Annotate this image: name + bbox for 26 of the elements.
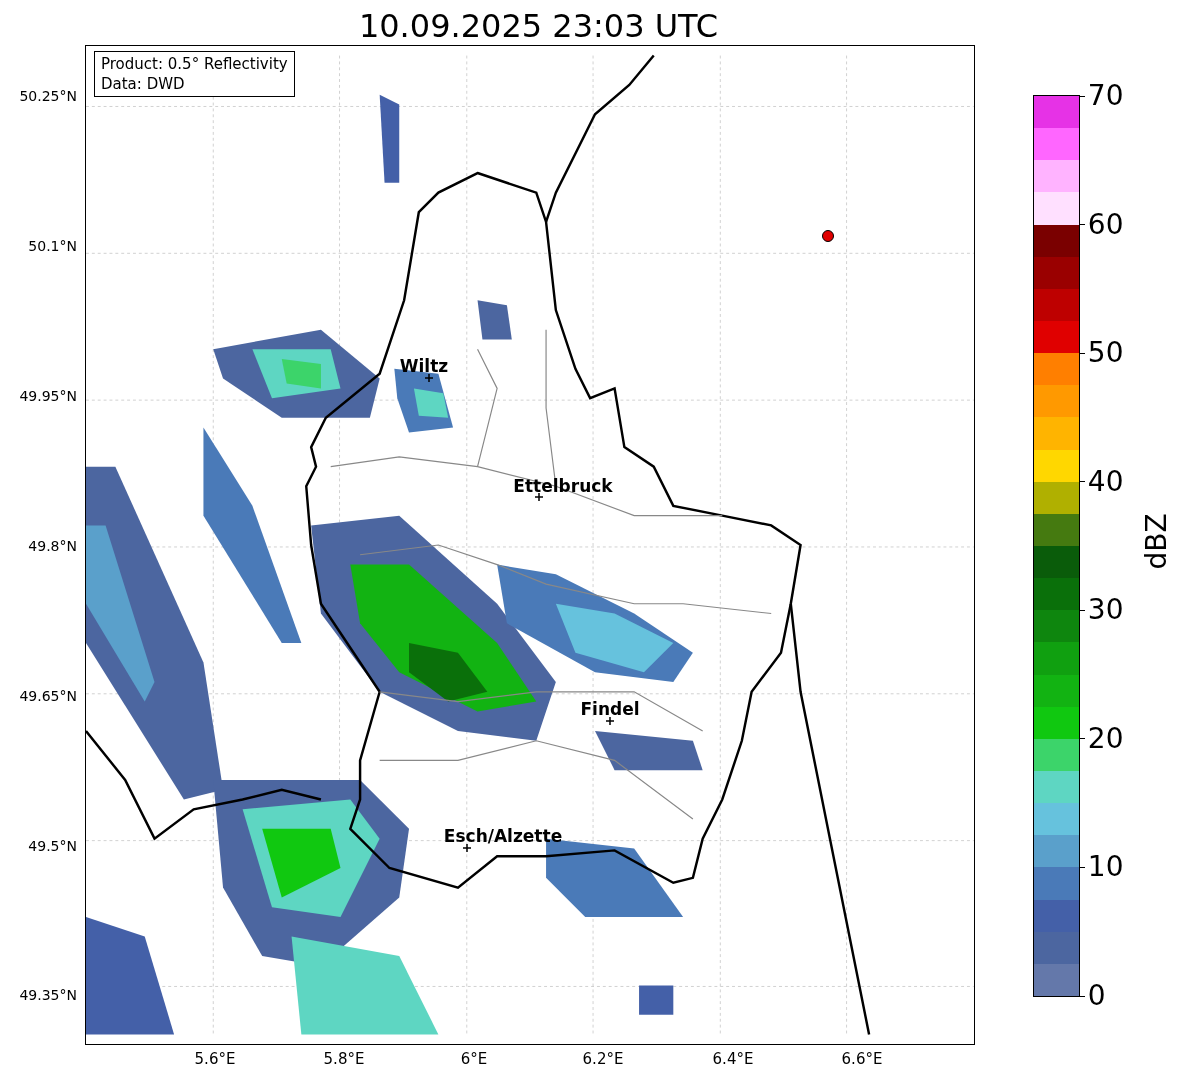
chart-title: 10.09.2025 23:03 UTC — [357, 6, 720, 45]
latitude-label: 49.8°N — [27, 538, 77, 554]
city-label: Esch/Alzette — [443, 828, 563, 845]
city-label: Wiltz — [399, 358, 449, 375]
city-marker-icon — [425, 374, 433, 382]
city-label: Findel — [580, 701, 640, 718]
radar-site-icon — [821, 229, 835, 243]
city-label: Ettelbruck — [513, 478, 613, 495]
longitude-label: 6°E — [459, 1050, 489, 1068]
longitude-label: 6.4°E — [711, 1050, 755, 1068]
longitude-label: 5.8°E — [322, 1050, 366, 1068]
latitude-label: 50.1°N — [27, 238, 77, 254]
longitude-label: 5.6°E — [193, 1050, 237, 1068]
longitude-label: 6.2°E — [581, 1050, 625, 1068]
latitude-label: 49.5°N — [27, 838, 77, 854]
legend-text: Data: DWD — [101, 74, 186, 94]
legend-text: Product: 0.5° Reflectivity — [101, 54, 288, 74]
colorbar-label: dBZ — [1139, 513, 1173, 570]
city-marker-icon — [606, 717, 614, 725]
latitude-label: 50.25°N — [18, 88, 77, 104]
city-marker-icon — [535, 493, 543, 501]
latitude-label: 49.95°N — [18, 388, 77, 404]
latitude-label: 49.35°N — [18, 987, 77, 1003]
longitude-label: 6.6°E — [840, 1050, 884, 1068]
latitude-label: 49.65°N — [18, 688, 77, 704]
city-marker-icon — [463, 844, 471, 852]
